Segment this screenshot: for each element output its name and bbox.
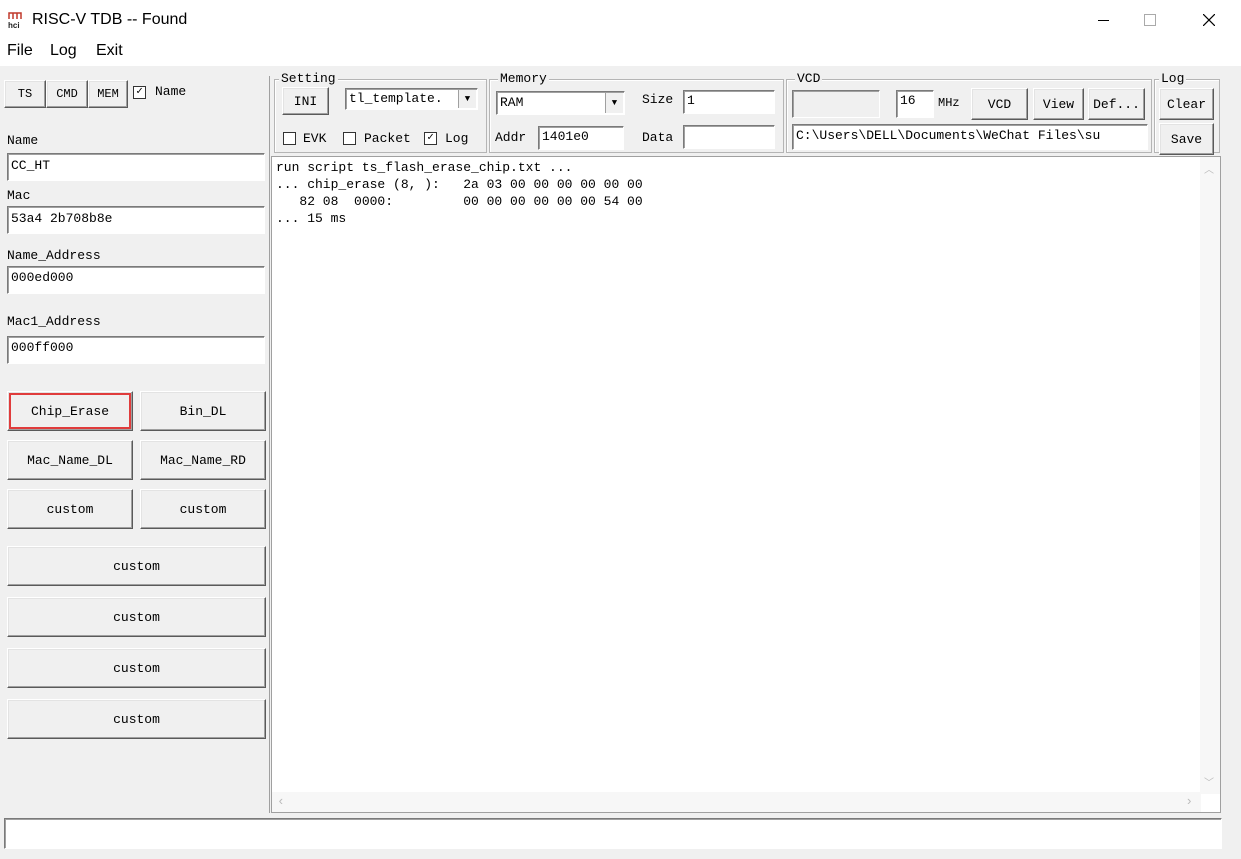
name-address-field[interactable]: 000ed000 [7, 266, 265, 294]
scroll-down-icon[interactable]: ﹀ [1204, 774, 1214, 790]
frequency-field[interactable]: 16 [896, 90, 934, 118]
packet-label: Packet [364, 131, 411, 146]
size-field[interactable]: 1 [683, 90, 775, 114]
mac-name-dl-button[interactable]: Mac_Name_DL [7, 440, 133, 480]
mhz-label: MHz [938, 96, 960, 110]
maximize-icon [1144, 14, 1156, 26]
log-group-title: Log [1159, 71, 1187, 86]
custom-button-1[interactable]: custom [7, 489, 133, 529]
mac-name-rd-button[interactable]: Mac_Name_RD [140, 440, 266, 480]
custom-button-2[interactable]: custom [140, 489, 266, 529]
def-button[interactable]: Def... [1088, 88, 1145, 120]
log-output[interactable]: run script ts_flash_erase_chip.txt ... .… [271, 156, 1221, 813]
minimize-icon [1097, 19, 1109, 21]
evk-label: EVK [303, 131, 327, 146]
scroll-right-icon[interactable]: › [1185, 794, 1193, 809]
scroll-up-icon[interactable]: ︿ [1204, 161, 1214, 177]
mac1-address-label: Mac1_Address [7, 314, 101, 329]
data-label: Data [642, 130, 674, 145]
save-button[interactable]: Save [1159, 123, 1214, 155]
setting-title: Setting [279, 71, 338, 86]
name-checkbox[interactable]: ✓ [133, 86, 146, 99]
scroll-left-icon[interactable]: ‹ [277, 794, 285, 809]
data-field[interactable] [683, 125, 775, 149]
packet-checkbox[interactable] [343, 132, 356, 145]
log-check-label: Log [445, 131, 469, 146]
name-field[interactable]: CC_HT [7, 153, 265, 181]
name-address-label: Name_Address [7, 248, 101, 263]
minimize-button[interactable] [1080, 0, 1126, 40]
dropdown-arrow-icon[interactable]: ▼ [605, 93, 623, 113]
log-checkbox[interactable]: ✓ [424, 132, 437, 145]
view-button[interactable]: View [1033, 88, 1084, 120]
memory-type-select[interactable]: RAM ▼ [496, 91, 625, 115]
custom-button-5[interactable]: custom [7, 648, 266, 688]
template-select-value: tl_template. [349, 91, 443, 106]
bin-dl-button[interactable]: Bin_DL [140, 391, 266, 431]
menu-log[interactable]: Log [50, 40, 77, 62]
log-line: 82 08 0000: 00 00 00 00 00 00 54 00 [276, 194, 643, 209]
log-line: run script ts_flash_erase_chip.txt ... [276, 160, 573, 175]
menu-exit[interactable]: Exit [96, 40, 123, 62]
close-button[interactable] [1186, 0, 1232, 40]
window-title: RISC-V TDB -- Found [32, 11, 188, 28]
template-select[interactable]: tl_template. ▼ [345, 88, 478, 110]
mac-label: Mac [7, 188, 31, 203]
status-field[interactable] [4, 818, 1222, 849]
vcd-button[interactable]: VCD [971, 88, 1028, 120]
log-line: ... 15 ms [276, 211, 347, 226]
dropdown-arrow-icon[interactable]: ▼ [458, 90, 476, 108]
custom-button-6[interactable]: custom [7, 699, 266, 739]
vcd-title: VCD [795, 71, 823, 86]
app-icon: hci [7, 10, 27, 30]
tab-ts[interactable]: TS [4, 80, 46, 108]
svg-text:hci: hci [8, 21, 20, 30]
tab-cmd[interactable]: CMD [46, 80, 88, 108]
evk-checkbox[interactable] [283, 132, 296, 145]
ini-button[interactable]: INI [282, 87, 329, 115]
menu-file[interactable]: File [7, 40, 33, 62]
close-icon [1203, 14, 1215, 26]
size-label: Size [642, 92, 674, 107]
clear-button[interactable]: Clear [1159, 88, 1214, 120]
chip-erase-button[interactable]: Chip_Erase [7, 391, 133, 431]
addr-field[interactable]: 1401e0 [538, 126, 624, 150]
name-checkbox-label: Name [155, 84, 187, 99]
maximize-button[interactable] [1127, 0, 1173, 40]
addr-label: Addr [495, 130, 527, 145]
memory-type-value: RAM [500, 95, 524, 110]
mac-field[interactable]: 53a4 2b708b8e [7, 206, 265, 234]
title-bar: hci RISC-V TDB -- Found [0, 0, 1241, 40]
vertical-scrollbar[interactable]: ︿ ﹀ [1200, 157, 1220, 794]
log-line: ... chip_erase (8, ): 2a 03 00 00 00 00 … [276, 177, 643, 192]
memory-title: Memory [498, 71, 549, 86]
custom-button-3[interactable]: custom [7, 546, 266, 586]
custom-button-4[interactable]: custom [7, 597, 266, 637]
vcd-status-field [792, 90, 880, 118]
tab-mem[interactable]: MEM [88, 80, 128, 108]
mac1-address-field[interactable]: 000ff000 [7, 336, 265, 364]
horizontal-scrollbar[interactable]: ‹ › [272, 792, 1201, 812]
menu-bar: File Log Exit [0, 40, 1241, 66]
vcd-path-field[interactable]: C:\Users\DELL\Documents\WeChat Files\su [792, 124, 1148, 150]
name-label: Name [7, 133, 39, 148]
